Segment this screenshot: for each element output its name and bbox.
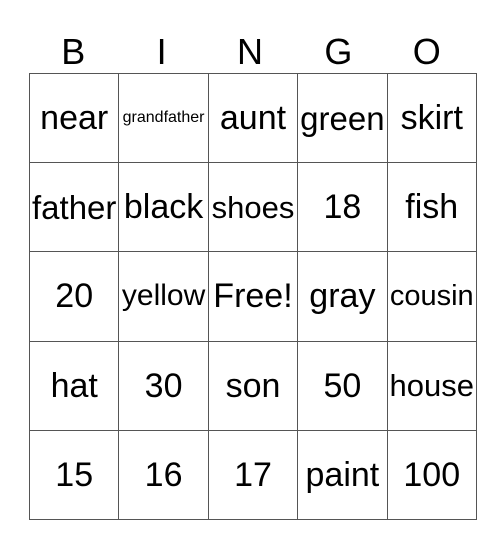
bingo-cell[interactable]: father	[28, 162, 120, 253]
bingo-cell[interactable]: 18	[297, 162, 388, 253]
bingo-cell[interactable]: green	[297, 72, 388, 164]
bingo-cell[interactable]: 16	[118, 429, 209, 520]
bingo-cell[interactable]: near	[28, 72, 120, 164]
bingo-row: father black shoes 18 fish	[28, 162, 477, 253]
header-letter-o: O	[412, 31, 441, 72]
header-letter-i: I	[156, 31, 167, 72]
bingo-cell[interactable]: fish	[386, 162, 477, 253]
bingo-cell[interactable]: black	[118, 162, 209, 253]
bingo-cell[interactable]: 100	[386, 429, 477, 520]
bingo-cell[interactable]: 20	[28, 251, 120, 342]
bingo-cell[interactable]: son	[207, 340, 299, 431]
bingo-row: 15 16 17 paint 100	[28, 429, 477, 520]
bingo-header: B I N G O	[29, 30, 471, 74]
bingo-cell[interactable]: aunt	[207, 72, 299, 164]
bingo-row: 20 yellow Free! gray cousin	[28, 251, 477, 342]
bingo-cell[interactable]: cousin	[386, 251, 477, 342]
bingo-cell[interactable]: 15	[28, 429, 120, 520]
header-letter-n: N	[236, 31, 263, 72]
bingo-cell[interactable]: shoes	[207, 162, 299, 253]
bingo-cell[interactable]: grandfather	[118, 72, 209, 164]
bingo-row: hat 30 son 50 house	[28, 340, 477, 431]
bingo-cell[interactable]: house	[386, 340, 477, 431]
bingo-grid: near grandfather aunt green skirt father black…	[28, 72, 477, 520]
header-letter-b: B	[61, 31, 86, 72]
bingo-cell[interactable]: hat	[28, 340, 120, 431]
bingo-cell[interactable]: gray	[297, 251, 388, 342]
bingo-cell[interactable]: 50	[297, 340, 388, 431]
header-letter-g: G	[324, 31, 353, 72]
bingo-cell[interactable]: 30	[118, 340, 209, 431]
bingo-row: near grandfather aunt green skirt	[28, 72, 477, 164]
bingo-cell[interactable]: yellow	[118, 251, 209, 342]
bingo-cell[interactable]: 17	[207, 429, 299, 520]
bingo-cell[interactable]: skirt	[386, 72, 477, 164]
bingo-cell[interactable]: paint	[297, 429, 388, 520]
bingo-cell[interactable]: Free!	[207, 251, 299, 342]
